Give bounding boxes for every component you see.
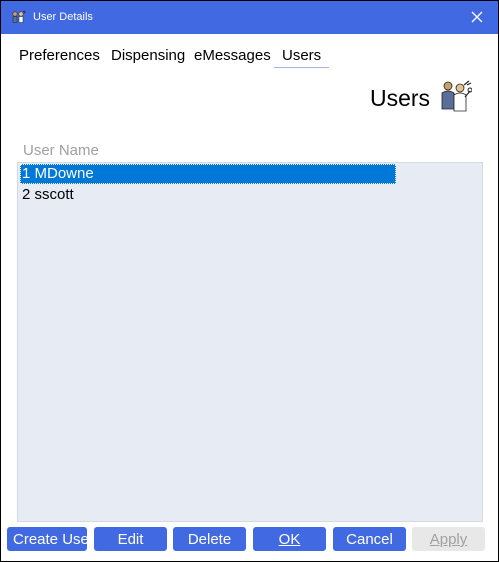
tab-dispensing[interactable]: Dispensing <box>111 44 185 68</box>
list-item[interactable]: 2 sscott <box>20 185 396 205</box>
title-bar: User Details <box>1 1 498 34</box>
apply-button[interactable]: Apply <box>412 527 485 551</box>
create-user-button[interactable]: Create User <box>7 527 87 551</box>
list-item[interactable]: 1 MDowne <box>20 164 396 184</box>
window-title: User Details <box>33 11 93 23</box>
user-details-window: User Details Preferences Dispensing eMes… <box>0 0 499 562</box>
ok-button[interactable]: OK <box>253 527 326 551</box>
cancel-button[interactable]: Cancel <box>333 527 406 551</box>
edit-button[interactable]: Edit <box>94 527 167 551</box>
users-app-icon <box>12 10 26 23</box>
tab-preferences[interactable]: Preferences <box>19 44 100 68</box>
tab-users[interactable]: Users <box>274 44 330 68</box>
people-with-tools-icon <box>441 80 472 112</box>
apply-button-label: Apply <box>429 531 468 548</box>
users-listbox[interactable]: 1 MDowne 2 sscott <box>17 162 483 522</box>
close-icon <box>471 11 483 23</box>
delete-button[interactable]: Delete <box>173 527 246 551</box>
tab-emessages[interactable]: eMessages <box>194 44 271 68</box>
user-name-column-header: User Name <box>23 142 99 159</box>
ok-button-label: OK <box>278 531 301 548</box>
section-heading: Users <box>370 85 431 111</box>
close-button[interactable] <box>463 5 491 31</box>
